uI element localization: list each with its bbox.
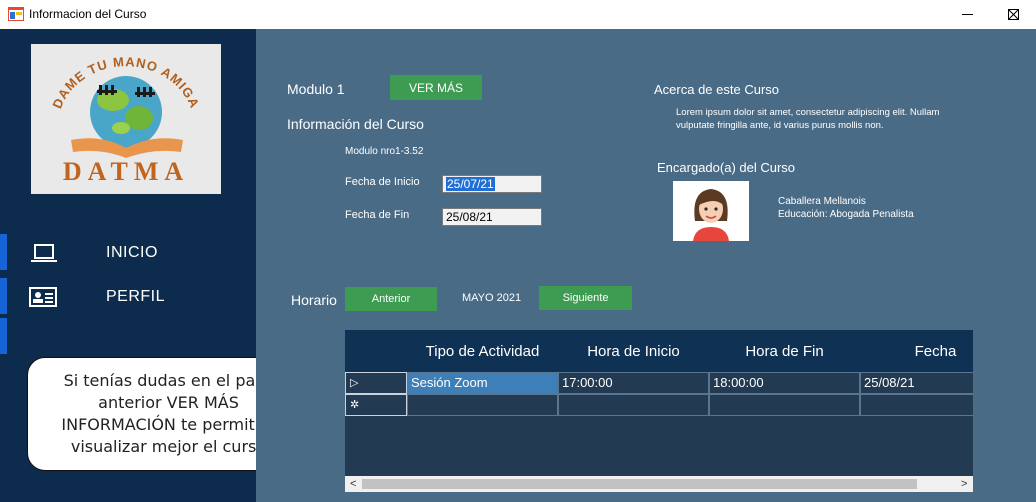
avatar-graphic [693, 189, 729, 241]
row-selector-icon[interactable]: ▷ [345, 372, 407, 394]
column-header-start[interactable]: Hora de Inicio [558, 330, 709, 372]
manager-heading: Encargado(a) del Curso [657, 160, 796, 175]
id-card-icon [29, 287, 57, 307]
column-header-date[interactable]: Fecha [860, 330, 973, 372]
laptop-icon [31, 244, 57, 262]
column-header-activity[interactable]: Tipo de Actividad [407, 330, 558, 372]
horizontal-scrollbar[interactable]: < > [345, 476, 973, 492]
table-cell[interactable] [860, 394, 973, 416]
table-cell[interactable]: 25/08/21 [860, 372, 973, 394]
previous-month-button[interactable]: Anterior [345, 287, 437, 311]
table-cell[interactable]: 17:00:00 [558, 372, 709, 394]
minimize-button[interactable] [944, 0, 990, 29]
ver-mas-button[interactable]: VER MÁS [390, 75, 482, 100]
title-bar: Informacion del Curso [0, 0, 1036, 29]
scroll-right-icon[interactable]: > [961, 476, 967, 492]
about-text-line2: vulputate fringilla ante, id varius puru… [676, 120, 884, 131]
new-row-icon[interactable]: ✲ [345, 394, 407, 416]
module-title: Modulo 1 [287, 81, 345, 97]
schedule-grid[interactable]: Tipo de Actividad Hora de Inicio Hora de… [345, 330, 973, 492]
sidebar: DAME TU MANO AMIGA DATMA INICIO PERFIL S… [0, 29, 310, 502]
end-date-field[interactable]: 25/08/21 [442, 208, 542, 226]
manager-avatar [673, 181, 749, 241]
nav-accent-bar [0, 278, 7, 314]
sidebar-item-inicio[interactable]: INICIO [0, 234, 256, 272]
sidebar-item-extra[interactable] [0, 318, 256, 356]
current-month: MAYO 2021 [462, 292, 522, 304]
sidebar-item-perfil[interactable]: PERFIL [0, 278, 256, 316]
main-panel: Modulo 1 VER MÁS Información del Curso M… [256, 29, 1036, 502]
table-cell[interactable] [558, 394, 709, 416]
datma-logo: DAME TU MANO AMIGA DATMA [31, 44, 221, 194]
grid-header: Tipo de Actividad Hora de Inicio Hora de… [345, 330, 973, 372]
logo-text: DATMA [63, 157, 189, 186]
module-number: Modulo nro1-3.52 [345, 146, 424, 157]
logo-graphic: DAME TU MANO AMIGA DATMA [49, 54, 201, 186]
scroll-left-icon[interactable]: < [350, 476, 356, 492]
table-cell[interactable]: Sesión Zoom [407, 372, 558, 394]
about-text-line1: Lorem ipsum dolor sit amet, consectetur … [676, 107, 940, 118]
nav-accent-bar [0, 318, 7, 354]
course-info-heading: Información del Curso [287, 116, 424, 132]
close-icon[interactable] [1008, 9, 1019, 20]
table-cell[interactable] [709, 394, 860, 416]
manager-name: Caballera Mellanois [778, 196, 866, 207]
next-month-button[interactable]: Siguiente [539, 286, 632, 310]
scrollbar-thumb[interactable] [362, 479, 917, 489]
table-row[interactable]: ▷ Sesión Zoom 17:00:00 18:00:00 25/08/21 [345, 372, 973, 394]
table-row-new[interactable]: ✲ [345, 394, 973, 416]
app-icon [8, 7, 24, 21]
manager-education: Educación: Abogada Penalista [778, 209, 914, 220]
minimize-icon [961, 14, 973, 15]
table-cell[interactable]: 18:00:00 [709, 372, 860, 394]
start-date-label: Fecha de Inicio [345, 176, 420, 188]
schedule-label: Horario [291, 292, 337, 308]
sidebar-item-label: INICIO [106, 244, 158, 261]
sidebar-item-label: PERFIL [106, 288, 166, 305]
table-cell[interactable] [407, 394, 558, 416]
column-header-end[interactable]: Hora de Fin [709, 330, 860, 372]
about-heading: Acerca de este Curso [654, 82, 780, 97]
start-date-field[interactable]: 25/07/21 [442, 175, 542, 193]
end-date-label: Fecha de Fin [345, 209, 410, 221]
nav-accent-bar [0, 234, 7, 270]
window-title: Informacion del Curso [29, 7, 147, 21]
